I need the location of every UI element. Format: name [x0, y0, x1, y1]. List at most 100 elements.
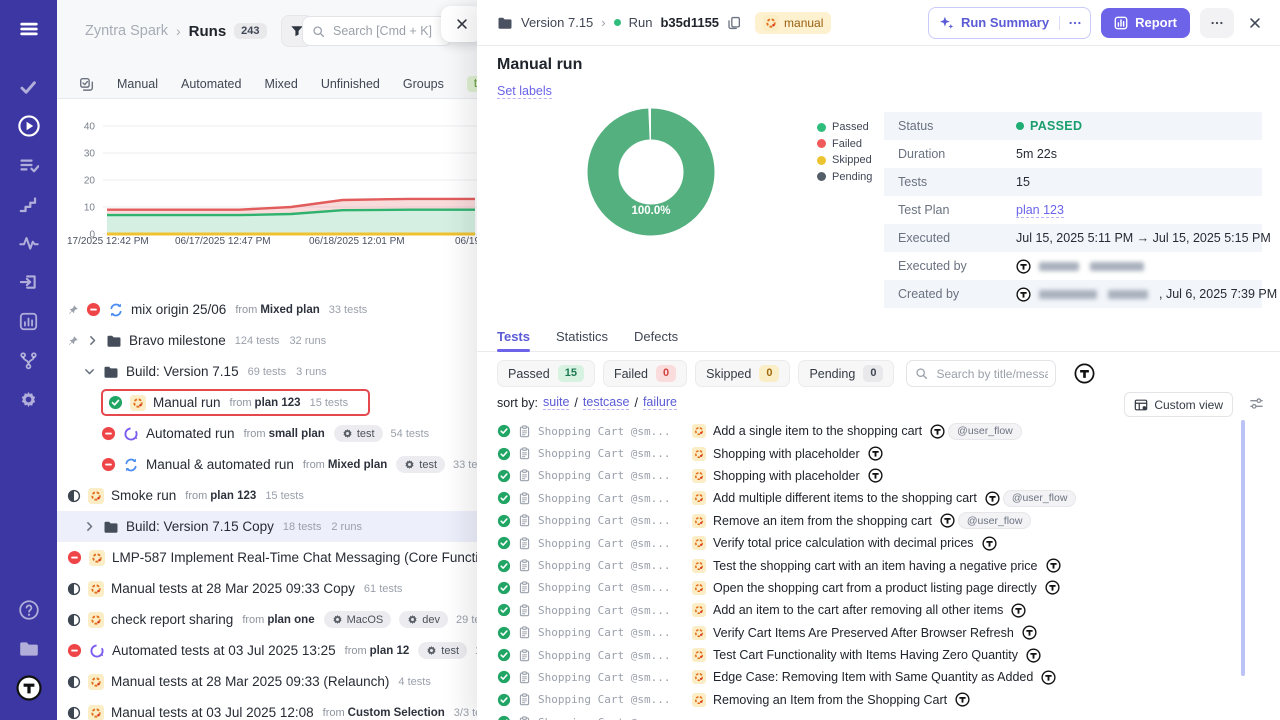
tab-defects[interactable]: Defects [634, 325, 678, 351]
gear-icon[interactable] [10, 382, 48, 416]
more-actions-button[interactable] [1200, 8, 1234, 38]
info-value: , Jul 6, 2025 7:39 PM [1016, 287, 1277, 302]
runs-tab-automated[interactable]: Automated [181, 77, 241, 91]
redacted-name [1090, 262, 1144, 271]
runs-search[interactable] [302, 16, 452, 46]
test-row[interactable]: Shopping Cart @sm...Test Cart Functional… [477, 644, 1280, 666]
run-row[interactable]: Automated tests at 03 Jul 2025 13:25from… [57, 635, 477, 666]
view-settings-icon[interactable] [1249, 396, 1264, 411]
run-row[interactable]: Bravo milestone124 tests32 runs [57, 325, 477, 356]
test-row[interactable]: Shopping Cart @sm...Add an item to the c… [477, 599, 1280, 621]
test-suite: Shopping Cart @sm... [538, 716, 688, 720]
runs-tab-mixed[interactable]: Mixed [264, 77, 297, 91]
play-icon[interactable] [10, 109, 48, 143]
runs-tab-groups[interactable]: Groups [403, 77, 444, 91]
run-name: LMP-587 Implement Real-Time Chat Messagi… [112, 550, 477, 565]
test-row[interactable]: Shopping Cart @sm...Verify Cart Items Ar… [477, 622, 1280, 644]
svg-text:30: 30 [84, 149, 96, 160]
tests-search-input[interactable] [934, 366, 1050, 382]
run-breadcrumb-folder[interactable]: Version 7.15 [521, 15, 593, 30]
test-title: Remove an item from the shopping cart [713, 514, 932, 528]
test-row[interactable]: Shopping Cart @sm...Add multiple differe… [477, 487, 1280, 509]
run-row[interactable]: Manual & automated runfromMixed plantest… [57, 449, 477, 480]
filter-failed-button[interactable]: Failed0 [603, 360, 687, 387]
runs-tab-unfinished[interactable]: Unfinished [321, 77, 380, 91]
test-row[interactable]: Shopping Cart @sm...Edge Case: Removing … [477, 666, 1280, 688]
test-row[interactable]: Shopping Cart @sm...Shopping with placeh… [477, 442, 1280, 464]
filter-passed-button[interactable]: Passed15 [497, 360, 595, 387]
runs-chart-svg: 010203040 [57, 100, 477, 250]
activity-icon[interactable] [10, 226, 48, 260]
runs-tab-badge[interactable]: tes [467, 76, 477, 92]
info-label: Created by [898, 287, 1016, 301]
filter-pending-button[interactable]: Pending0 [798, 360, 894, 387]
chevron-down-icon[interactable] [83, 365, 96, 378]
breadcrumb-project[interactable]: Zyntra Spark [85, 23, 168, 39]
list-check-icon[interactable] [10, 148, 48, 182]
set-labels-link[interactable]: Set labels [497, 84, 552, 99]
check-icon[interactable] [10, 70, 48, 104]
runs-tab-manual[interactable]: Manual [117, 77, 158, 91]
chevron-right-icon[interactable] [86, 334, 99, 347]
run-summary-button[interactable]: Run Summary [928, 7, 1091, 39]
sort-by-failure[interactable]: failure [643, 395, 677, 410]
sort-by-testcase[interactable]: testcase [583, 395, 630, 410]
logo-icon[interactable] [10, 671, 48, 705]
run-row[interactable]: check report sharingfromplan oneMacOSdev… [57, 604, 477, 635]
runs-search-input[interactable] [331, 23, 440, 39]
run-row[interactable]: Manual tests at 28 Mar 2025 09:33 (Relau… [57, 666, 477, 697]
run-row[interactable]: Manual tests at 28 Mar 2025 09:33 Copy61… [57, 573, 477, 604]
run-row[interactable]: Manual runfromplan 12315 tests [57, 387, 477, 418]
run-row[interactable]: Manual tests at 03 Jul 2025 12:08fromCus… [57, 697, 477, 720]
manual-icon [130, 395, 146, 411]
tests-scrollbar[interactable] [1241, 420, 1245, 676]
steps-icon[interactable] [10, 187, 48, 221]
test-row[interactable]: Shopping Cart @sm...Removing an Item fro… [477, 689, 1280, 711]
tab-statistics[interactable]: Statistics [556, 325, 608, 351]
header-actions: Run Summary Report [928, 7, 1266, 39]
run-type-badge: manual [755, 12, 831, 34]
test-row[interactable]: Shopping Cart @sm...Verify total price c… [477, 532, 1280, 554]
run-row-content: Manual tests at 28 Mar 2025 09:33 Copy61… [67, 575, 412, 602]
bar-chart-icon[interactable] [10, 304, 48, 338]
test-row[interactable]: Shopping Cart @sm...Add a single item to… [477, 420, 1280, 442]
assignee-avatar[interactable] [1074, 363, 1095, 384]
tests-search[interactable] [906, 360, 1056, 387]
tab-tests[interactable]: Tests [497, 325, 530, 351]
run-summary-more-button[interactable] [1059, 16, 1090, 30]
test-row[interactable]: Shopping Cart @sm...Open the shopping ca… [477, 577, 1280, 599]
select-all-icon[interactable] [79, 77, 94, 92]
legend-dot [817, 139, 826, 148]
info-row: Executed by [884, 252, 1262, 280]
run-row[interactable]: Smoke runfromplan 12315 tests [57, 480, 477, 511]
filter-skipped-button[interactable]: Skipped0 [695, 360, 790, 387]
test-plan-link[interactable]: plan 123 [1016, 203, 1064, 218]
run-name: Manual tests at 28 Mar 2025 09:33 (Relau… [111, 674, 389, 689]
gear-icon [332, 614, 343, 625]
run-row[interactable]: Build: Version 7.15 Copy18 tests2 runs [57, 511, 477, 542]
manual-test-icon [692, 693, 706, 707]
report-button[interactable]: Report [1101, 8, 1190, 38]
custom-view-button[interactable]: Custom view [1124, 392, 1233, 417]
menu-icon[interactable] [10, 12, 48, 46]
run-row-content: Manual tests at 28 Mar 2025 09:33 (Relau… [67, 668, 441, 695]
run-row-content: Manual tests at 03 Jul 2025 12:08fromCus… [67, 699, 477, 720]
help-icon[interactable] [10, 593, 48, 627]
run-row[interactable]: Build: Version 7.1569 tests3 runs [57, 356, 477, 387]
chevron-right-icon[interactable] [83, 520, 96, 533]
test-row[interactable]: Shopping Cart @sm...Shopping with placeh… [477, 465, 1280, 487]
tests-list: Shopping Cart @sm...Add a single item to… [477, 420, 1280, 720]
copy-icon[interactable] [727, 16, 741, 30]
run-row[interactable]: mix origin 25/06fromMixed plan33 tests [57, 294, 477, 325]
close-panel-button[interactable] [441, 6, 477, 42]
test-row[interactable]: Shopping Cart @sm... [477, 711, 1280, 720]
run-row[interactable]: Automated runfromsmall plantest54 tests [57, 418, 477, 449]
run-row[interactable]: LMP-587 Implement Real-Time Chat Messagi… [57, 542, 477, 573]
close-detail-button[interactable] [1244, 12, 1266, 34]
test-row[interactable]: Shopping Cart @sm...Remove an item from … [477, 510, 1280, 532]
test-row[interactable]: Shopping Cart @sm...Test the shopping ca… [477, 554, 1280, 576]
branch-icon[interactable] [10, 343, 48, 377]
folder-nav-icon[interactable] [10, 632, 48, 666]
import-icon[interactable] [10, 265, 48, 299]
sort-by-suite[interactable]: suite [543, 395, 569, 410]
